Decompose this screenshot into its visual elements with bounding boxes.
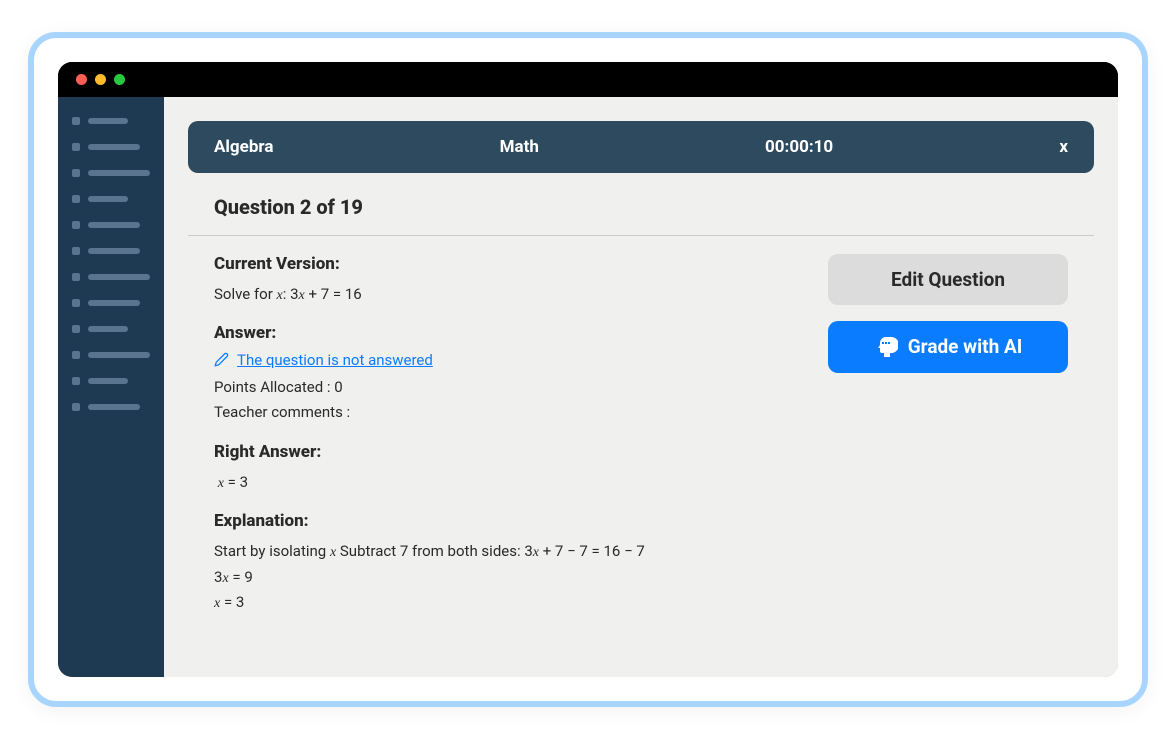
app-body: Algebra Math 00:00:10 x Question 2 of 19… <box>58 97 1118 677</box>
answer-block: Answer: The question is not answered Poi… <box>214 323 804 426</box>
sidebar-item[interactable] <box>72 377 150 385</box>
right-answer-block: Right Answer: x = 3 <box>214 442 804 495</box>
sidebar-item[interactable] <box>72 247 150 255</box>
sidebar-item[interactable] <box>72 325 150 333</box>
header-subject: Algebra <box>214 137 273 157</box>
sidebar-item[interactable] <box>72 273 150 281</box>
sidebar-item[interactable] <box>72 143 150 151</box>
explanation-label: Explanation: <box>214 511 804 531</box>
right-answer-text: x = 3 <box>214 470 804 495</box>
sidebar-item[interactable] <box>72 221 150 229</box>
outer-frame: Algebra Math 00:00:10 x Question 2 of 19… <box>28 32 1148 707</box>
minimize-dot[interactable] <box>95 74 106 85</box>
grade-with-ai-button[interactable]: Grade with AI <box>828 321 1068 373</box>
current-version-label: Current Version: <box>214 254 804 274</box>
answer-status-link[interactable]: The question is not answered <box>214 351 804 369</box>
explanation-line-1: Start by isolating x Subtract 7 from bot… <box>214 539 804 564</box>
header-category: Math <box>500 137 539 157</box>
sidebar-item[interactable] <box>72 195 150 203</box>
content-row: Current Version: Solve for x: 3x + 7 = 1… <box>188 254 1094 632</box>
maximize-dot[interactable] <box>114 74 125 85</box>
app-window: Algebra Math 00:00:10 x Question 2 of 19… <box>58 62 1118 677</box>
question-counter: Question 2 of 19 <box>188 173 1094 236</box>
pencil-icon <box>214 352 229 367</box>
content-left: Current Version: Solve for x: 3x + 7 = 1… <box>214 254 804 632</box>
header-bar: Algebra Math 00:00:10 x <box>188 121 1094 173</box>
current-version-text: Solve for x: 3x + 7 = 16 <box>214 282 804 307</box>
main-content: Algebra Math 00:00:10 x Question 2 of 19… <box>164 97 1118 677</box>
points-allocated: Points Allocated : 0 <box>214 375 804 401</box>
explanation-line-2: 3x = 9 <box>214 565 804 590</box>
explanation-block: Explanation: Start by isolating x Subtra… <box>214 511 804 615</box>
close-button[interactable]: x <box>1059 137 1068 157</box>
answer-label: Answer: <box>214 323 804 343</box>
sidebar <box>58 97 164 677</box>
window-titlebar <box>58 62 1118 97</box>
sidebar-item[interactable] <box>72 403 150 411</box>
sidebar-item[interactable] <box>72 169 150 177</box>
teacher-comments: Teacher comments : <box>214 400 804 426</box>
edit-question-button[interactable]: Edit Question <box>828 254 1068 305</box>
explanation-line-3: x = 3 <box>214 590 804 615</box>
answer-status-text: The question is not answered <box>237 351 433 369</box>
close-dot[interactable] <box>76 74 87 85</box>
content-right: Edit Question Grade with AI <box>828 254 1068 632</box>
ai-head-icon <box>874 335 898 359</box>
sidebar-item[interactable] <box>72 351 150 359</box>
header-timer: 00:00:10 <box>765 137 833 157</box>
right-answer-label: Right Answer: <box>214 442 804 462</box>
grade-ai-label: Grade with AI <box>908 335 1023 358</box>
sidebar-item[interactable] <box>72 117 150 125</box>
sidebar-item[interactable] <box>72 299 150 307</box>
current-version-block: Current Version: Solve for x: 3x + 7 = 1… <box>214 254 804 307</box>
